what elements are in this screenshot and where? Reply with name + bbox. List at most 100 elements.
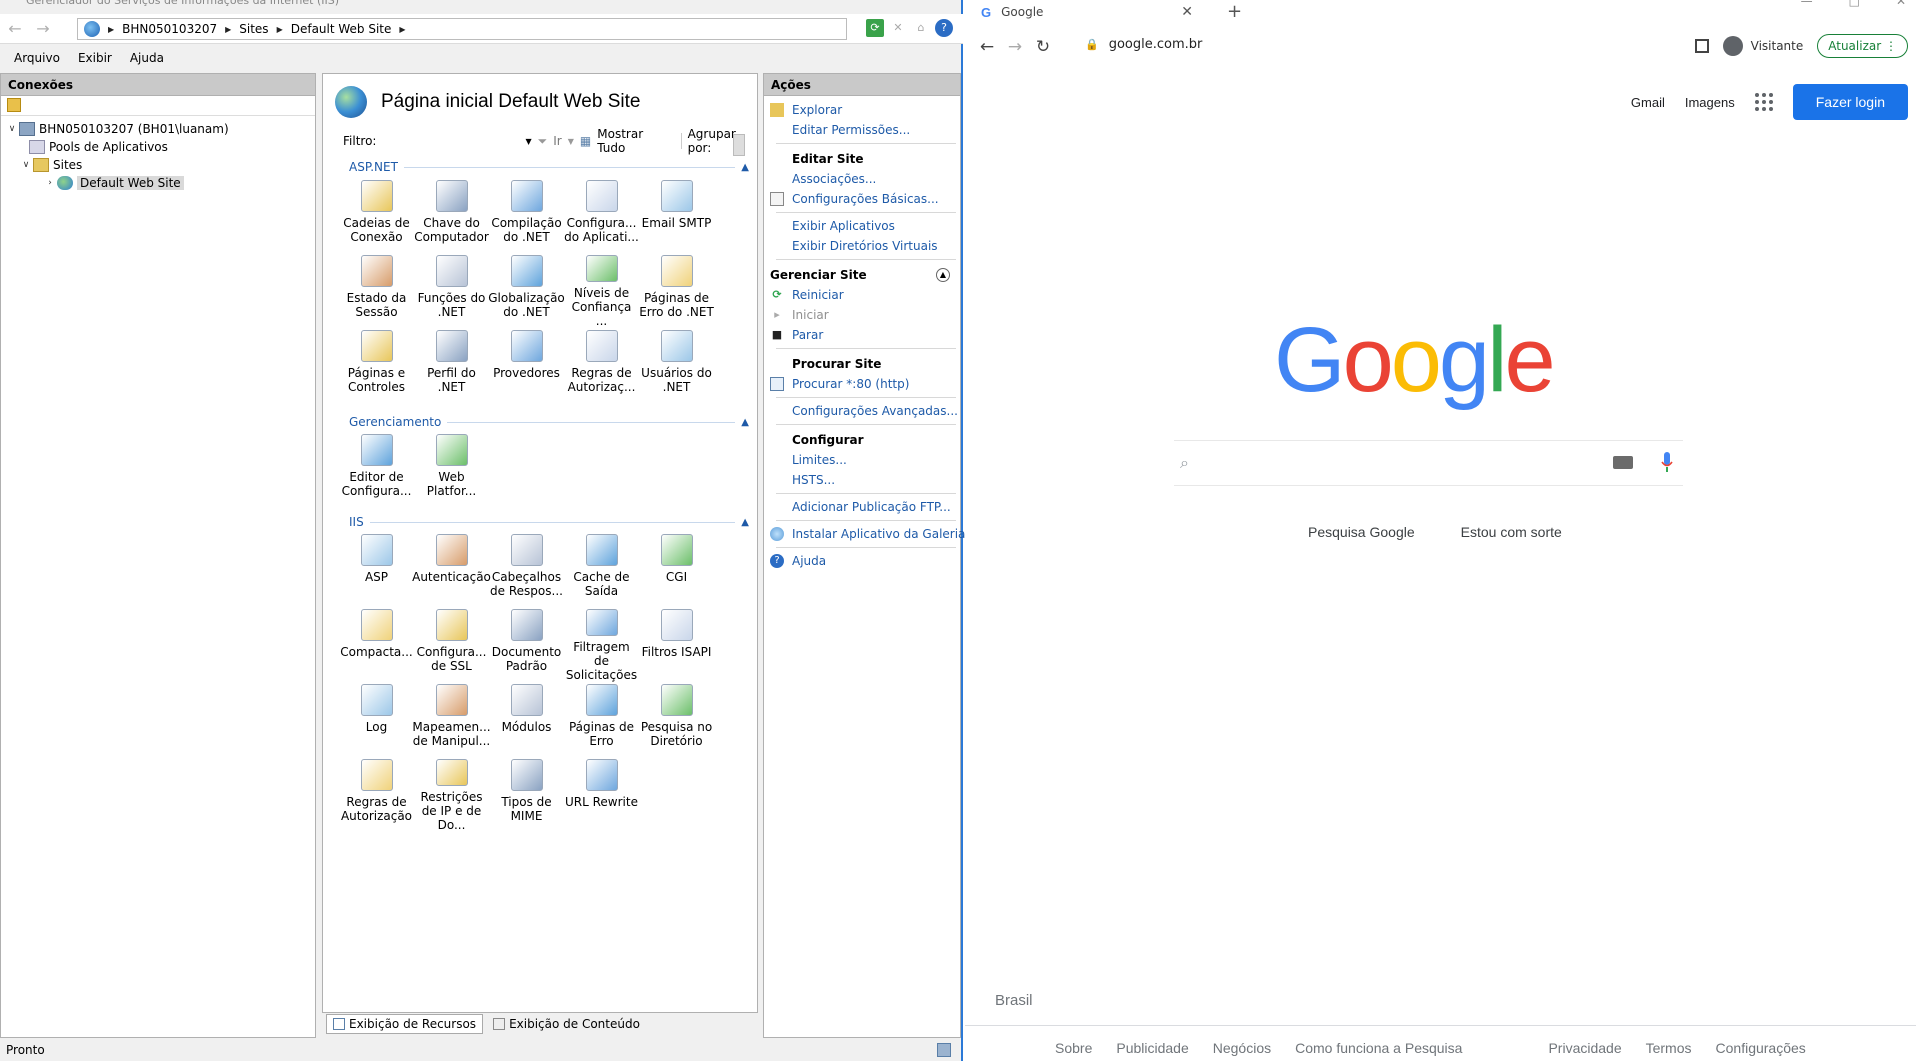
action-limits[interactable]: Limites...	[764, 450, 960, 470]
address-bar[interactable]: 🔒 google.com.br	[1085, 37, 1202, 52]
show-all-button[interactable]: Mostrar Tudo	[597, 127, 674, 155]
footer-link-privacy[interactable]: Privacidade	[1548, 1040, 1621, 1056]
action-basic-settings[interactable]: Configurações Básicas...	[764, 189, 960, 209]
feature-ip-restrictions[interactable]: Restrições de IP e de Do...	[414, 757, 489, 832]
gmail-link[interactable]: Gmail	[1631, 95, 1665, 110]
feature-ssl-settings[interactable]: Configura... de SSL	[414, 607, 489, 682]
feeling-lucky-button[interactable]: Estou com sorte	[1461, 524, 1562, 540]
footer-link-terms[interactable]: Termos	[1646, 1040, 1692, 1056]
back-button[interactable]: ←	[4, 18, 26, 40]
profile-button[interactable]: Visitante	[1722, 36, 1803, 56]
feature-response-headers[interactable]: Cabeçalhos de Respos...	[489, 532, 564, 607]
breadcrumb-site[interactable]: Default Web Site	[291, 22, 392, 36]
breadcrumb[interactable]: ▶ BHN050103207 ▶ Sites ▶ Default Web Sit…	[77, 18, 847, 40]
feature-configuration-editor[interactable]: Editor de Configura...	[339, 432, 414, 507]
close-window-icon[interactable]: ✕	[1896, 0, 1906, 8]
maximize-icon[interactable]: □	[1849, 0, 1860, 8]
feature-asp[interactable]: ASP	[339, 532, 414, 607]
action-view-vdirs[interactable]: Exibir Diretórios Virtuais	[764, 236, 960, 256]
feature-smtp-email[interactable]: Email SMTP	[639, 178, 714, 253]
feature-session-state[interactable]: Estado da Sessão	[339, 253, 414, 328]
feature-directory-browsing[interactable]: Pesquisa no Diretório	[639, 682, 714, 757]
tree-item-app-pools[interactable]: Pools de Aplicativos	[1, 138, 315, 156]
feature-providers[interactable]: Provedores	[489, 328, 564, 403]
action-stop[interactable]: ■ Parar	[764, 325, 960, 345]
forward-button[interactable]: →	[32, 18, 54, 40]
breadcrumb-server[interactable]: BHN050103207	[122, 22, 217, 36]
feature-mime-types[interactable]: Tipos de MIME	[489, 757, 564, 832]
home-icon[interactable]: ⌂	[912, 19, 930, 37]
new-tab-button[interactable]: +	[1227, 1, 1242, 22]
feature-web-platform-installer[interactable]: Web Platfor...	[414, 432, 489, 507]
collapse-icon[interactable]: ▲	[741, 517, 749, 528]
breadcrumb-sites[interactable]: Sites	[239, 22, 268, 36]
tree-item-default-web-site[interactable]: › Default Web Site	[1, 174, 315, 192]
reload-button[interactable]: ↻	[1029, 37, 1057, 57]
help-icon[interactable]: ?	[935, 19, 953, 37]
feature-log[interactable]: Log	[339, 682, 414, 757]
search-input[interactable]: ⌕	[1174, 440, 1683, 486]
action-advanced-settings[interactable]: Configurações Avançadas...	[764, 401, 960, 421]
close-icon[interactable]: ✕	[889, 19, 907, 37]
back-button[interactable]: ←	[973, 37, 1001, 57]
feature-net-roles[interactable]: Funções do .NET	[414, 253, 489, 328]
footer-link-business[interactable]: Negócios	[1213, 1040, 1271, 1056]
filter-input[interactable]: ▼	[382, 137, 532, 146]
feature-cgi[interactable]: CGI	[639, 532, 714, 607]
scrollbar[interactable]	[733, 134, 745, 156]
action-edit-permissions[interactable]: Editar Permissões...	[764, 120, 960, 140]
feature-net-globalization[interactable]: Globalização do .NET	[488, 253, 565, 328]
feature-net-authorization-rules[interactable]: Regras de Autorizaç...	[564, 328, 639, 403]
menu-exibir[interactable]: Exibir	[78, 51, 112, 65]
menu-ajuda[interactable]: Ajuda	[130, 51, 164, 65]
action-explore[interactable]: Explorar	[764, 100, 960, 120]
footer-link-advertising[interactable]: Publicidade	[1116, 1040, 1188, 1056]
feature-modules[interactable]: Módulos	[489, 682, 564, 757]
group-by-dropdown[interactable]: Agrupar por:	[688, 127, 763, 155]
feature-default-document[interactable]: Documento Padrão	[489, 607, 564, 682]
side-panel-icon[interactable]	[1694, 39, 1709, 53]
feature-net-error-pages[interactable]: Páginas de Erro do .NET	[639, 253, 714, 328]
feature-compression[interactable]: Compacta...	[339, 607, 414, 682]
feature-net-profile[interactable]: Perfil do .NET	[414, 328, 489, 403]
group-header-aspnet[interactable]: ASP.NET ▲	[349, 160, 749, 174]
tab-features-view[interactable]: Exibição de Recursos	[326, 1014, 484, 1034]
collapse-icon[interactable]: ▲	[936, 268, 950, 282]
action-browse-80[interactable]: Procurar *:80 (http)	[764, 374, 960, 394]
feature-connection-strings[interactable]: Cadeias de Conexão	[339, 178, 414, 253]
group-header-management[interactable]: Gerenciamento ▲	[349, 415, 749, 429]
collapse-icon[interactable]: ▲	[741, 417, 749, 428]
action-restart[interactable]: ⟳ Reiniciar	[764, 285, 960, 305]
feature-output-cache[interactable]: Cache de Saída	[564, 532, 639, 607]
action-help[interactable]: ? Ajuda	[764, 551, 960, 571]
minimize-icon[interactable]: —	[1801, 0, 1813, 8]
tree-item-server[interactable]: ∨ BHN050103207 (BH01\luanam)	[1, 120, 315, 138]
action-bindings[interactable]: Associações...	[764, 169, 960, 189]
apps-grid-icon[interactable]	[1754, 93, 1773, 111]
footer-link-settings[interactable]: Configurações	[1716, 1040, 1806, 1056]
feature-url-rewrite[interactable]: URL Rewrite	[564, 757, 639, 832]
tree-item-sites[interactable]: ∨ Sites	[1, 156, 315, 174]
feature-authentication[interactable]: Autenticação	[412, 532, 491, 607]
go-button[interactable]: Ir	[553, 134, 561, 148]
microphone-icon[interactable]	[1661, 452, 1673, 474]
refresh-icon[interactable]: ⟳	[866, 19, 884, 37]
menu-arquivo[interactable]: Arquivo	[14, 51, 60, 65]
feature-pages-controls[interactable]: Páginas e Controles	[339, 328, 414, 403]
feature-machine-key[interactable]: Chave do Computador	[414, 178, 489, 253]
close-tab-icon[interactable]: ✕	[1181, 4, 1193, 20]
feature-app-settings[interactable]: Configura... do Aplicati...	[564, 178, 639, 253]
feature-isapi-filters[interactable]: Filtros ISAPI	[639, 607, 714, 682]
expand-icon[interactable]: ∨	[19, 160, 33, 170]
sign-in-button[interactable]: Fazer login	[1792, 84, 1908, 120]
forward-button[interactable]: →	[1001, 37, 1029, 57]
update-button[interactable]: Atualizar ⋮	[1817, 34, 1908, 58]
action-hsts[interactable]: HSTS...	[764, 470, 960, 490]
feature-trust-levels[interactable]: Níveis de Confiança ...	[564, 253, 639, 328]
feature-net-users[interactable]: Usuários do .NET	[639, 328, 714, 403]
expand-icon[interactable]: ∨	[5, 124, 19, 134]
browser-tab[interactable]: G Google ✕	[971, 0, 1201, 24]
images-link[interactable]: Imagens	[1685, 95, 1735, 110]
keyboard-icon[interactable]	[1613, 456, 1633, 469]
feature-error-pages[interactable]: Páginas de Erro	[564, 682, 639, 757]
